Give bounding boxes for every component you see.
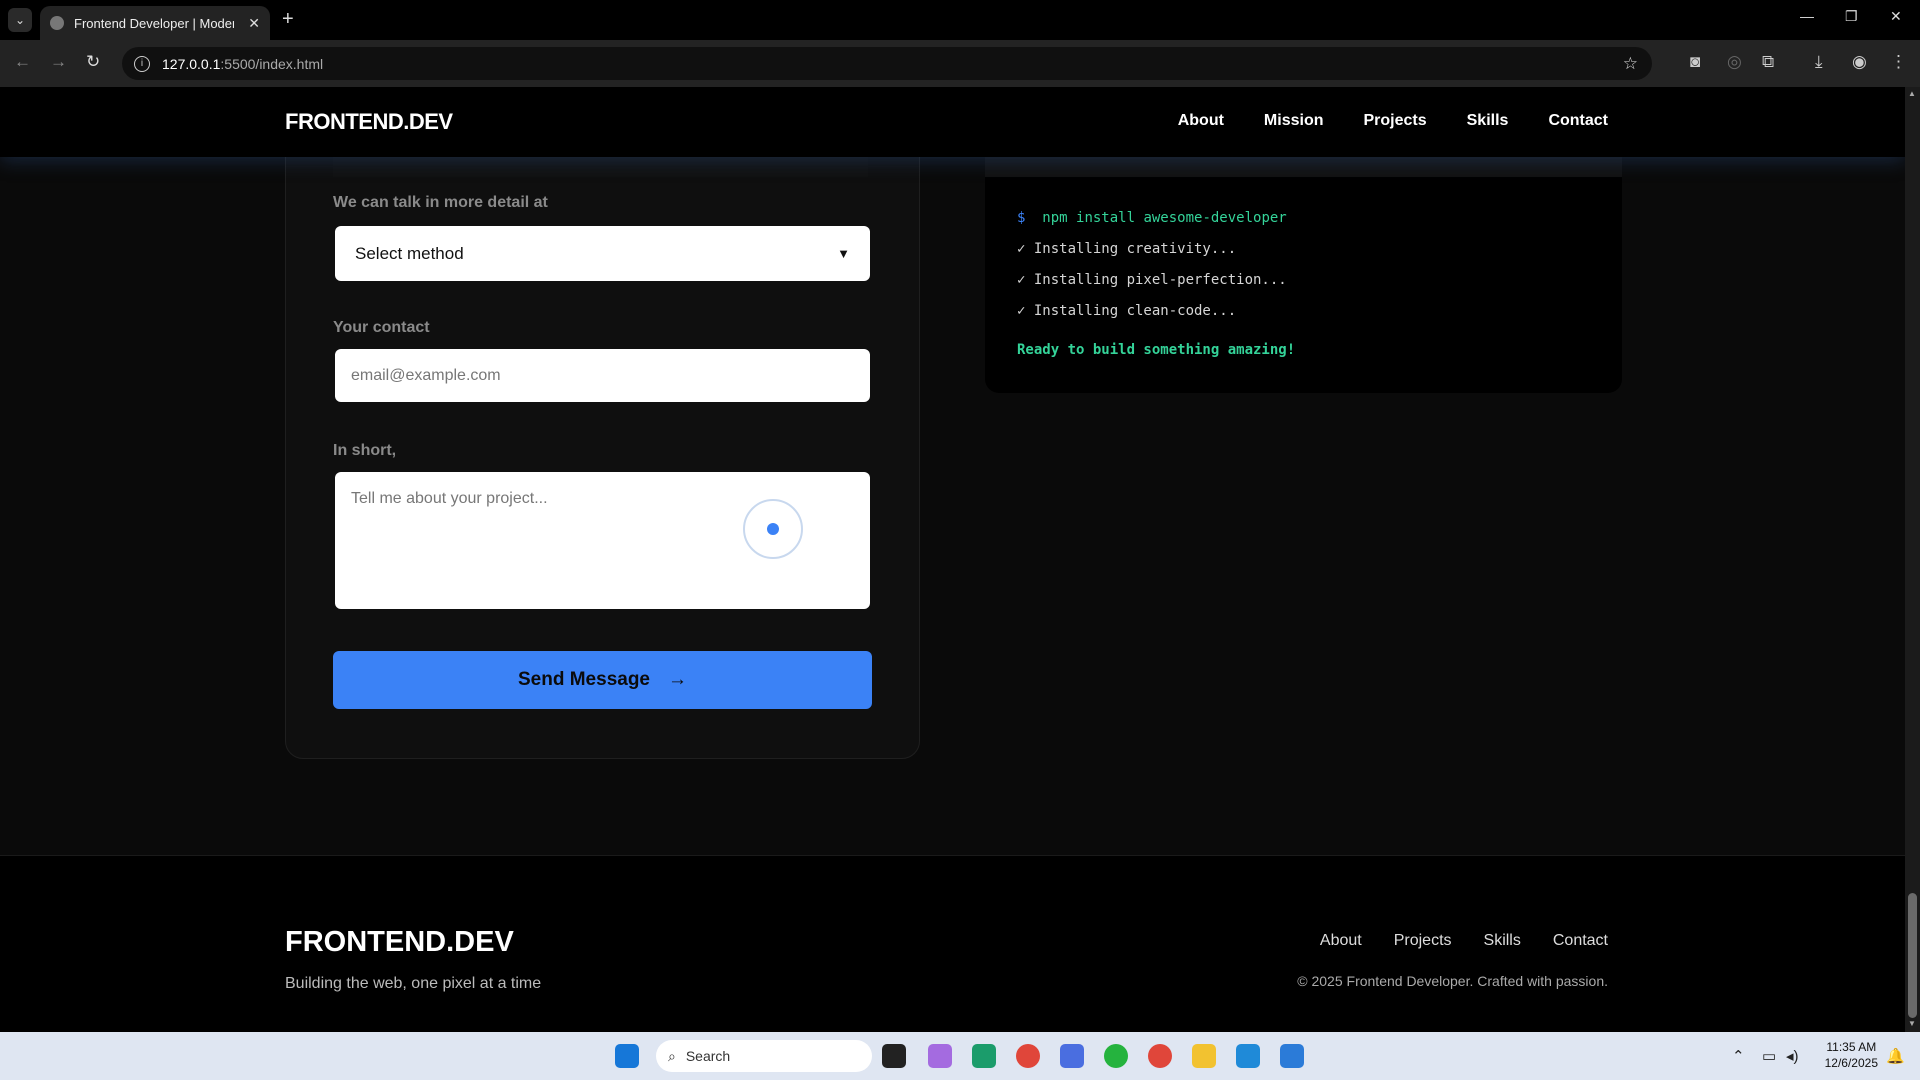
url-path: :5500/index.html [220, 55, 324, 72]
edge-icon[interactable] [972, 1044, 996, 1068]
scroll-up-icon[interactable]: ▲ [1908, 89, 1916, 98]
terminal-command: npm install awesome-developer [1042, 210, 1287, 226]
chevron-up-icon[interactable]: ⌃ [1732, 1047, 1745, 1065]
menu-kebab-icon[interactable]: ⋮ [1890, 52, 1907, 72]
main-nav: About Mission Projects Skills Contact [1178, 112, 1608, 130]
terminal-success: Ready to build something amazing! [1017, 342, 1296, 358]
message-label: In short, [333, 442, 397, 459]
forward-icon[interactable]: → [50, 52, 67, 72]
network-icon[interactable]: ▭ [1762, 1047, 1776, 1065]
search-icon: ⌕ [668, 1047, 676, 1064]
footer-logo[interactable]: FRONTEND.DEV [285, 926, 514, 959]
camera-icon[interactable]: ◙ [1690, 52, 1700, 72]
chrome-icon[interactable] [1016, 1044, 1040, 1068]
send-label: Send Message [518, 669, 650, 690]
close-tab-icon[interactable]: ✕ [248, 15, 260, 32]
chevron-down-icon: ▼ [837, 246, 850, 261]
close-window-button[interactable]: ✕ [1890, 8, 1902, 25]
footer-link-skills[interactable]: Skills [1484, 932, 1521, 950]
site-footer: FRONTEND.DEV Building the web, one pixel… [0, 856, 1905, 1032]
cursor-dot [767, 523, 779, 535]
taskbar-search[interactable]: ⌕ Search [656, 1040, 872, 1072]
task-view-icon[interactable] [882, 1044, 906, 1068]
contact-label: Your contact [333, 319, 430, 336]
copilot-icon[interactable] [928, 1044, 952, 1068]
contact-method-select[interactable]: Select method ▼ [335, 226, 870, 281]
terminal-prompt: $ [1017, 210, 1026, 226]
clock-date: 12/6/2025 [1824, 1056, 1878, 1070]
minimize-button[interactable]: — [1800, 8, 1814, 24]
contact-input[interactable]: email@example.com [335, 349, 870, 402]
url-host: 127.0.0.1 [162, 55, 221, 72]
clock-time: 11:35 AM [1826, 1040, 1877, 1054]
reload-icon[interactable]: ↻ [86, 52, 100, 72]
arrow-right-icon: → [668, 669, 687, 690]
profile-icon[interactable]: ◉ [1852, 52, 1867, 72]
tab-search-button[interactable]: ⌄ [8, 8, 32, 32]
extensions-puzzle-icon[interactable]: ⧉ [1762, 52, 1774, 72]
nav-about[interactable]: About [1178, 112, 1224, 130]
tab-title: Frontend Developer | Modern W [74, 15, 234, 31]
back-icon[interactable]: ← [14, 52, 31, 72]
nav-skills[interactable]: Skills [1467, 112, 1509, 130]
file-explorer-icon[interactable] [1192, 1044, 1216, 1068]
whatsapp-icon[interactable] [1104, 1044, 1128, 1068]
scrollbar-thumb[interactable] [1908, 893, 1917, 1018]
nav-contact[interactable]: Contact [1548, 112, 1608, 130]
vscode-icon[interactable] [1236, 1044, 1260, 1068]
globe-icon [50, 16, 64, 30]
notepad-icon[interactable] [1280, 1044, 1304, 1068]
site-logo[interactable]: FRONTEND.DEV [285, 109, 453, 135]
volume-icon[interactable]: ◂) [1786, 1047, 1799, 1065]
send-message-button[interactable]: Send Message → [333, 651, 872, 709]
site-info-icon[interactable]: i [134, 55, 150, 72]
download-icon[interactable]: ⤓ [1815, 52, 1823, 72]
footer-link-projects[interactable]: Projects [1394, 932, 1452, 950]
terminal-command-line: $ npm install awesome-developer [1017, 210, 1287, 226]
terminal-line: ✓ Installing clean-code... [1017, 303, 1237, 319]
notification-bell-icon[interactable]: 🔔 [1886, 1047, 1905, 1065]
browser-tab-active[interactable]: Frontend Developer | Modern W ✕ [40, 6, 270, 40]
extension-icon[interactable]: ◎ [1727, 52, 1742, 72]
taskbar-clock[interactable]: 11:35 AM 12/6/2025 [1825, 1039, 1878, 1071]
site-header: FRONTEND.DEV About Mission Projects Skil… [0, 87, 1905, 157]
footer-copyright: © 2025 Frontend Developer. Crafted with … [1297, 973, 1608, 989]
method-label: We can talk in more detail at [333, 194, 548, 211]
browser-toolbar: ← → ↻ i 127.0.0.1:5500/index.html ☆ [0, 40, 1920, 87]
select-value: Select method [355, 243, 464, 263]
taskbar-search-label: Search [685, 1048, 731, 1064]
windows-taskbar: ⌕ Search ⌃ ▭ ◂) 11:35 AM 12/6/2025 🔔 [0, 1032, 1920, 1080]
bookmark-star-icon[interactable]: ☆ [1623, 54, 1638, 74]
page-scrollbar[interactable]: ▲ ▼ [1905, 87, 1920, 1032]
page-viewport: We can talk in more detail at Select met… [0, 87, 1905, 1032]
footer-link-about[interactable]: About [1320, 932, 1362, 950]
restore-button[interactable]: ❐ [1845, 8, 1858, 25]
nav-projects[interactable]: Projects [1363, 112, 1426, 130]
chrome-active-icon[interactable] [1148, 1044, 1172, 1068]
footer-link-contact[interactable]: Contact [1553, 932, 1608, 950]
footer-nav: About Projects Skills Contact [1320, 932, 1608, 950]
terminal-line: ✓ Installing pixel-perfection... [1017, 272, 1287, 288]
nav-mission[interactable]: Mission [1264, 112, 1324, 130]
new-tab-button[interactable]: + [282, 8, 294, 31]
footer-tagline: Building the web, one pixel at a time [285, 975, 542, 992]
terminal-line: ✓ Installing creativity... [1017, 241, 1237, 257]
browser-tab-strip: ⌄ Frontend Developer | Modern W ✕ + — ❐ … [0, 0, 1920, 40]
start-icon[interactable] [615, 1044, 639, 1068]
m365-icon[interactable] [1060, 1044, 1084, 1068]
address-bar[interactable]: i 127.0.0.1:5500/index.html ☆ [122, 47, 1652, 80]
scroll-down-icon[interactable]: ▼ [1908, 1019, 1916, 1028]
